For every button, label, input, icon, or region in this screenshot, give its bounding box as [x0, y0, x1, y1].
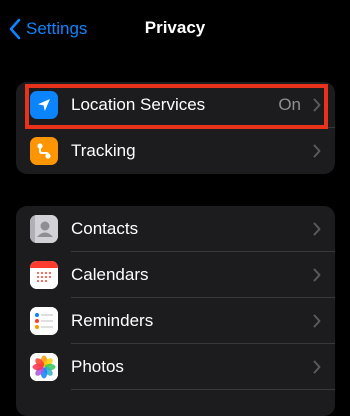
- chevron-right-icon: [313, 268, 321, 282]
- privacy-group-primary: Location Services On Tracking: [16, 82, 335, 174]
- calendar-icon: [30, 261, 58, 289]
- page-title: Privacy: [144, 18, 206, 37]
- row-separator: [71, 389, 335, 390]
- row-location-services[interactable]: Location Services On: [16, 82, 335, 128]
- chevron-right-icon: [313, 98, 321, 112]
- row-photos[interactable]: Photos: [16, 344, 335, 390]
- chevron-right-icon: [313, 360, 321, 374]
- chevron-right-icon: [313, 314, 321, 328]
- chevron-right-icon: [313, 222, 321, 236]
- row-label: Contacts: [71, 219, 139, 238]
- privacy-group-apps: Contacts Calendars Reminders Photos: [16, 206, 335, 416]
- tracking-icon: [30, 137, 58, 165]
- row-contacts[interactable]: Contacts: [16, 206, 335, 252]
- row-tracking[interactable]: Tracking: [16, 128, 335, 174]
- row-calendars[interactable]: Calendars: [16, 252, 335, 298]
- row-reminders[interactable]: Reminders: [16, 298, 335, 344]
- row-label: Photos: [71, 357, 124, 376]
- location-arrow-icon: [30, 91, 58, 119]
- row-label: Reminders: [71, 311, 154, 330]
- contacts-icon: [30, 215, 58, 243]
- chevron-right-icon: [313, 144, 321, 158]
- row-label: Tracking: [71, 141, 136, 160]
- navigation-bar: Settings Privacy: [0, 0, 350, 58]
- photos-icon: [30, 353, 58, 381]
- row-label: Location Services: [71, 95, 206, 114]
- reminders-icon: [30, 307, 58, 335]
- row-value: On: [278, 95, 301, 114]
- row-label: Calendars: [71, 265, 149, 284]
